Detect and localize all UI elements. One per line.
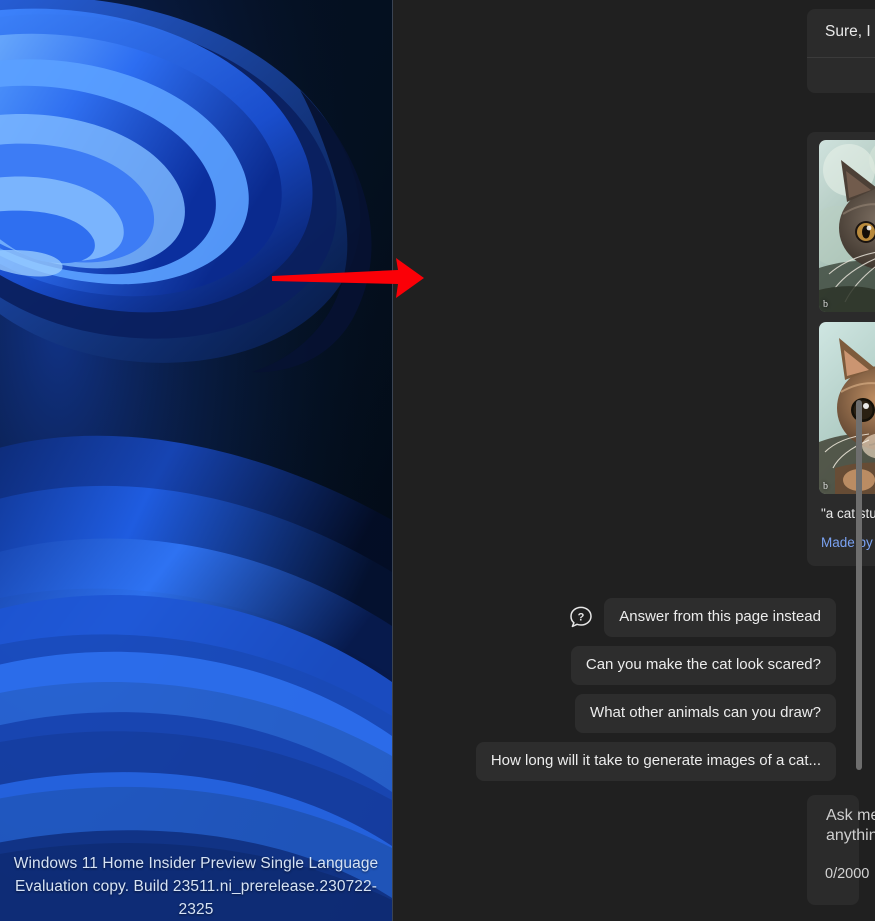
desktop-wallpaper: Windows 11 Home Insider Preview Single L…	[0, 0, 392, 921]
bing-chat-sidebar: Sure, I can help you with that. 1 of 30	[392, 0, 875, 921]
svg-text:?: ?	[578, 611, 585, 623]
suggestion-chip-answer-from-page[interactable]: Answer from this page instead	[604, 598, 836, 637]
chat-input-row[interactable]: Ask me anything...	[825, 813, 841, 839]
bing-watermark: b	[823, 299, 829, 310]
composer-footer: 0/2000	[825, 861, 841, 887]
chat-composer[interactable]: Ask me anything... 0/2000	[807, 795, 859, 905]
suggestion-row-1: ? Answer from this page instead	[568, 598, 836, 637]
question-bubble-icon: ?	[568, 605, 594, 631]
suggestion-chip-other-animals[interactable]: What other animals can you draw?	[575, 694, 836, 733]
chat-scrollbar-thumb[interactable]	[856, 400, 862, 770]
chat-scrollbar-track[interactable]	[858, 0, 870, 921]
suggestion-list: ? Answer from this page instead Can you …	[807, 598, 836, 781]
bing-watermark: b	[823, 481, 829, 492]
wallpaper-bloom-graphic	[0, 0, 392, 921]
suggestion-chip-make-cat-scared[interactable]: Can you make the cat look scared?	[571, 646, 836, 685]
suggestion-chip-how-long-generate[interactable]: How long will it take to generate images…	[476, 742, 836, 781]
